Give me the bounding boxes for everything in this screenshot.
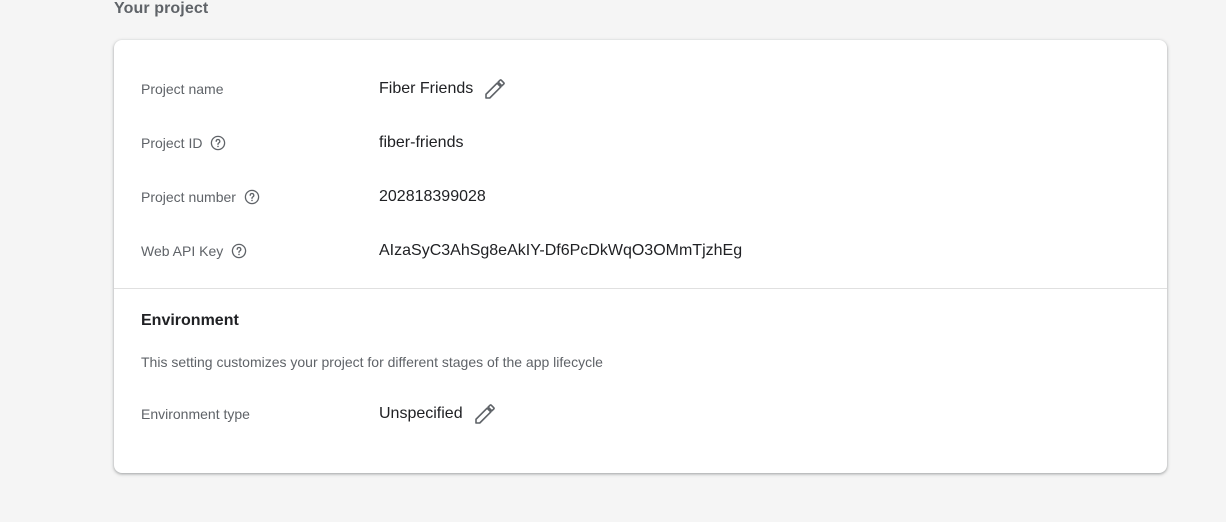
project-id-label: Project ID bbox=[141, 135, 379, 151]
web-api-key-row: Web API Key AIzaSyC3AhSg8eAkIY-Df6PcDkWq… bbox=[141, 239, 1140, 263]
project-id-row: Project ID fiber-friends bbox=[141, 131, 1140, 155]
project-id-label-text: Project ID bbox=[141, 135, 203, 151]
environment-type-row: Environment type Unspecified bbox=[141, 402, 1140, 426]
web-api-key-value: AIzaSyC3AhSg8eAkIY-Df6PcDkWqO3OMmTjzhEg bbox=[379, 242, 742, 260]
project-id-text: fiber-friends bbox=[379, 134, 464, 151]
environment-type-label-text: Environment type bbox=[141, 406, 250, 422]
environment-title: Environment bbox=[141, 312, 239, 329]
section-divider bbox=[114, 288, 1167, 289]
project-number-label-text: Project number bbox=[141, 189, 236, 205]
project-number-row: Project number 202818399028 bbox=[141, 185, 1140, 209]
help-circle-icon[interactable] bbox=[210, 135, 226, 151]
project-name-label-text: Project name bbox=[141, 81, 224, 97]
project-settings-card: Project name Fiber Friends Project ID fi… bbox=[114, 40, 1167, 473]
web-api-key-label: Web API Key bbox=[141, 243, 379, 259]
web-api-key-text: AIzaSyC3AhSg8eAkIY-Df6PcDkWqO3OMmTjzhEg bbox=[379, 242, 743, 259]
section-heading: Your project bbox=[114, 0, 209, 17]
web-api-key-label-text: Web API Key bbox=[141, 243, 224, 259]
environment-type-value: Unspecified bbox=[379, 402, 497, 426]
project-name-value: Fiber Friends bbox=[379, 77, 507, 101]
project-id-value: fiber-friends bbox=[379, 134, 463, 152]
project-number-value: 202818399028 bbox=[379, 188, 486, 206]
environment-description: This setting customizes your project for… bbox=[141, 354, 603, 370]
project-number-text: 202818399028 bbox=[379, 188, 486, 205]
pencil-icon[interactable] bbox=[483, 77, 507, 101]
help-circle-icon[interactable] bbox=[231, 243, 247, 259]
project-number-label: Project number bbox=[141, 189, 379, 205]
project-name-label: Project name bbox=[141, 81, 379, 97]
project-name-text: Fiber Friends bbox=[379, 80, 474, 97]
environment-type-text: Unspecified bbox=[379, 405, 463, 422]
environment-type-label: Environment type bbox=[141, 406, 379, 422]
help-circle-icon[interactable] bbox=[244, 189, 260, 205]
project-name-row: Project name Fiber Friends bbox=[141, 77, 1140, 101]
pencil-icon[interactable] bbox=[473, 402, 497, 426]
